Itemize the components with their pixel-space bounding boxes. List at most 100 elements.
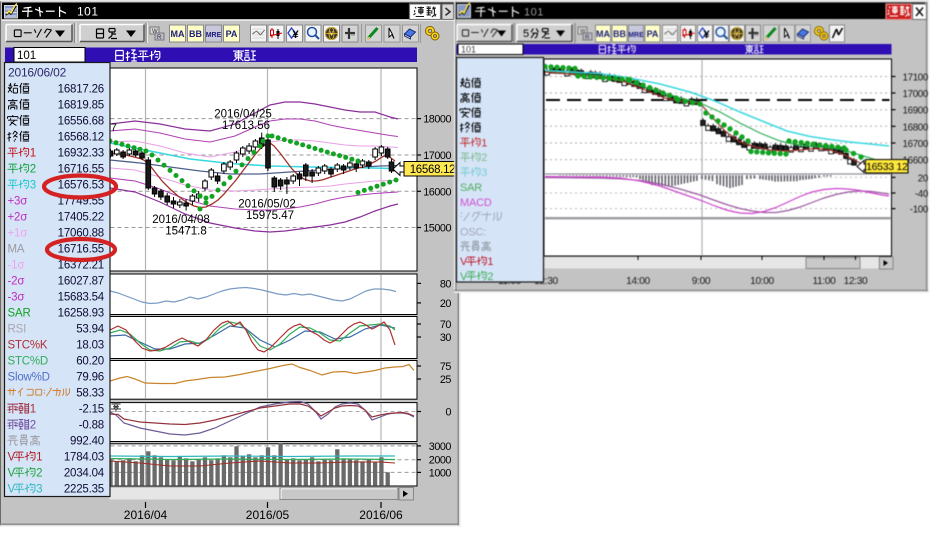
svg-text:-2.15: -2.15 [79,404,104,416]
svg-text:-3σ: -3σ [8,292,25,304]
svg-text:16027.87: 16027.87 [58,276,104,288]
svg-text:17100: 17100 [903,73,929,84]
svg-text:11:00: 11:00 [813,276,837,287]
svg-text:101: 101 [524,7,544,19]
svg-text:16817.26: 16817.26 [58,84,104,96]
svg-text:16819.85: 16819.85 [58,100,104,112]
svg-text:70: 70 [440,319,452,331]
svg-text:16556.68: 16556.68 [58,116,104,128]
svg-text:1784.03: 1784.03 [64,452,104,464]
svg-text:MA: MA [171,29,185,39]
svg-text:20: 20 [918,173,929,184]
svg-text:79.96: 79.96 [76,372,104,384]
svg-text:BB: BB [613,29,626,39]
svg-text:+2σ: +2σ [8,212,28,224]
svg-text:SAR: SAR [460,182,482,194]
svg-text:20: 20 [440,298,452,310]
svg-text:2: 2 [481,152,487,164]
svg-text:12:30: 12:30 [844,276,868,287]
svg-text:15471.8: 15471.8 [165,226,207,238]
svg-text:BB: BB [189,29,202,39]
svg-text:17405.22: 17405.22 [58,212,104,224]
svg-text:1: 1 [30,148,36,160]
svg-text:-100: -100 [910,205,929,216]
svg-text:16700: 16700 [903,139,929,150]
svg-text:80: 80 [440,278,452,290]
svg-text:OSC:: OSC: [460,227,486,239]
svg-text:16800: 16800 [903,122,929,133]
svg-text:15683.54: 15683.54 [58,292,105,304]
svg-text:16900: 16900 [903,106,929,117]
svg-text:16000: 16000 [423,186,451,198]
svg-text:2016/05: 2016/05 [246,508,290,522]
svg-text:3: 3 [30,180,36,192]
svg-text:16576.53: 16576.53 [58,180,104,192]
svg-text:18.03: 18.03 [76,340,104,352]
svg-text:1: 1 [30,404,36,416]
svg-text:2016/04/25: 2016/04/25 [214,109,272,121]
svg-text:PA: PA [647,29,659,39]
svg-text:3: 3 [36,484,42,496]
svg-text:15000: 15000 [423,223,451,235]
svg-text:1: 1 [36,452,42,464]
svg-text:MRE: MRE [628,32,644,39]
svg-text:53.94: 53.94 [76,324,105,336]
svg-text:3000: 3000 [429,441,452,453]
svg-text:MA: MA [8,244,25,256]
svg-text:2016/04/08: 2016/04/08 [152,214,210,226]
svg-text:7: 7 [111,122,117,134]
svg-text:2034.04: 2034.04 [64,468,105,480]
svg-text:R: R [157,35,162,41]
svg-text:Slow%D: Slow%D [8,372,50,384]
svg-text:15975.47: 15975.47 [246,210,294,222]
svg-text:16533 12: 16533 12 [866,161,908,173]
svg-text:101: 101 [461,45,476,55]
svg-text:16568.12: 16568.12 [58,132,104,144]
svg-text:1000: 1000 [429,467,452,479]
svg-text:16932.33: 16932.33 [58,148,104,160]
svg-text:-0.88: -0.88 [79,420,104,432]
svg-text:1: 1 [481,137,487,149]
svg-text:16258.93: 16258.93 [58,308,104,320]
svg-text:17000: 17000 [423,150,451,162]
svg-text:MRE: MRE [206,32,222,39]
svg-text:+3σ: +3σ [8,196,28,208]
svg-text:2000: 2000 [429,455,452,467]
svg-text:3: 3 [481,167,487,179]
svg-text:¥: ¥ [735,31,739,38]
svg-text:-40: -40 [915,189,929,200]
svg-text:10:00: 10:00 [750,276,774,287]
svg-text:16568.12: 16568.12 [410,164,456,176]
svg-text:60.20: 60.20 [76,356,104,368]
svg-text:2: 2 [30,164,36,176]
svg-text:MA: MA [596,29,610,39]
svg-text:2: 2 [487,271,493,283]
svg-text:0: 0 [445,407,451,419]
svg-text:17000: 17000 [903,89,929,100]
svg-text:PA: PA [226,29,238,39]
svg-text:992.40: 992.40 [70,436,104,448]
svg-text:5: 5 [523,28,529,40]
svg-text:STC%D: STC%D [8,356,49,368]
svg-text:101: 101 [77,5,99,19]
svg-text:¥: ¥ [293,29,300,41]
svg-text:2: 2 [30,420,36,432]
svg-text:SAR: SAR [8,308,31,320]
svg-text:¥: ¥ [330,31,334,38]
svg-text:58.33: 58.33 [76,388,104,400]
svg-text:2016/06/02: 2016/06/02 [8,66,67,80]
svg-text:16716.55: 16716.55 [58,244,104,256]
svg-text:2016/05/02: 2016/05/02 [238,198,296,210]
svg-text:1: 1 [487,256,493,268]
svg-text:2016/06: 2016/06 [359,508,403,522]
svg-text:R: R [585,35,590,41]
svg-text:14:00: 14:00 [626,276,650,287]
svg-text:¥: ¥ [704,29,711,41]
svg-text:25: 25 [440,374,452,386]
svg-text:2016/04: 2016/04 [124,508,168,522]
svg-text:101: 101 [17,50,36,62]
svg-text:30: 30 [440,332,452,344]
svg-text:2: 2 [36,468,42,480]
svg-text:RSI: RSI [8,324,27,336]
svg-text:18000: 18000 [423,114,451,126]
